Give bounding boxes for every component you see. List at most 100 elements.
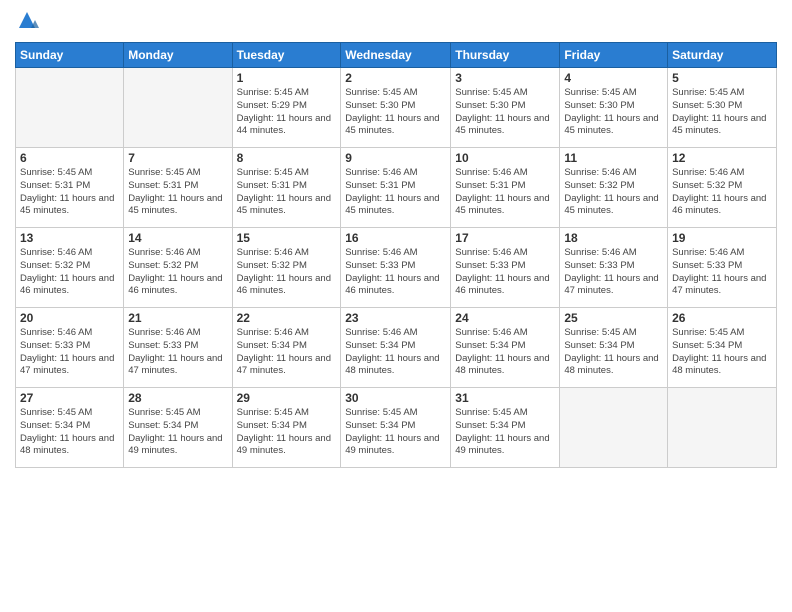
day-cell (668, 388, 777, 468)
day-number: 4 (564, 71, 663, 85)
day-cell: 1 Sunrise: 5:45 AMSunset: 5:29 PMDaylight… (232, 68, 341, 148)
day-cell (560, 388, 668, 468)
day-info: Sunrise: 5:45 AMSunset: 5:29 PMDaylight:… (237, 87, 337, 138)
day-cell: 4 Sunrise: 5:45 AMSunset: 5:30 PMDaylight… (560, 68, 668, 148)
day-cell: 2 Sunrise: 5:45 AMSunset: 5:30 PMDaylight… (341, 68, 451, 148)
day-info: Sunrise: 5:46 AMSunset: 5:33 PMDaylight:… (128, 327, 227, 378)
day-number: 28 (128, 391, 227, 405)
day-cell: 28Sunrise: 5:45 AMSunset: 5:34 PMDayligh… (124, 388, 232, 468)
day-number: 31 (455, 391, 555, 405)
day-info: Sunrise: 5:46 AMSunset: 5:33 PMDaylight:… (20, 327, 119, 378)
logo-icon (15, 10, 39, 34)
col-header-wednesday: Wednesday (341, 43, 451, 68)
col-header-sunday: Sunday (16, 43, 124, 68)
day-number: 25 (564, 311, 663, 325)
day-cell (16, 68, 124, 148)
day-cell: 13 Sunrise: 5:46 AMSunset: 5:32 PMDayligh… (16, 228, 124, 308)
day-info: Sunrise: 5:45 AMSunset: 5:34 PMDaylight:… (564, 327, 663, 378)
day-info: Sunrise: 5:46 AMSunset: 5:33 PMDaylight:… (345, 247, 446, 298)
day-cell: 7 Sunrise: 5:45 AMSunset: 5:31 PMDaylight… (124, 148, 232, 228)
day-number: 15 (237, 231, 337, 245)
day-cell: 16 Sunrise: 5:46 AMSunset: 5:33 PMDayligh… (341, 228, 451, 308)
day-info: Sunrise: 5:46 AMSunset: 5:32 PMDaylight:… (20, 247, 119, 298)
day-info: Sunrise: 5:46 AMSunset: 5:33 PMDaylight:… (564, 247, 663, 298)
day-cell: 9 Sunrise: 5:46 AMSunset: 5:31 PMDaylight… (341, 148, 451, 228)
day-number: 26 (672, 311, 772, 325)
header (15, 10, 777, 34)
day-cell: 19 Sunrise: 5:46 AMSunset: 5:33 PMDayligh… (668, 228, 777, 308)
day-number: 16 (345, 231, 446, 245)
page: SundayMondayTuesdayWednesdayThursdayFrid… (0, 0, 792, 612)
day-number: 20 (20, 311, 119, 325)
day-cell: 25 Sunrise: 5:45 AMSunset: 5:34 PMDayligh… (560, 308, 668, 388)
day-number: 7 (128, 151, 227, 165)
day-info: Sunrise: 5:45 AMSunset: 5:34 PMDaylight:… (20, 407, 119, 458)
day-info: Sunrise: 5:45 AMSunset: 5:30 PMDaylight:… (564, 87, 663, 138)
day-cell: 23 Sunrise: 5:46 AMSunset: 5:34 PMDayligh… (341, 308, 451, 388)
day-number: 18 (564, 231, 663, 245)
day-number: 10 (455, 151, 555, 165)
day-cell: 22 Sunrise: 5:46 AMSunset: 5:34 PMDayligh… (232, 308, 341, 388)
day-cell: 6 Sunrise: 5:45 AMSunset: 5:31 PMDaylight… (16, 148, 124, 228)
day-number: 29 (237, 391, 337, 405)
day-info: Sunrise: 5:46 AMSunset: 5:34 PMDaylight:… (237, 327, 337, 378)
day-number: 21 (128, 311, 227, 325)
day-number: 27 (20, 391, 119, 405)
day-info: Sunrise: 5:45 AMSunset: 5:31 PMDaylight:… (128, 167, 227, 218)
day-cell: 29 Sunrise: 5:45 AMSunset: 5:34 PMDayligh… (232, 388, 341, 468)
day-cell: 20 Sunrise: 5:46 AMSunset: 5:33 PMDayligh… (16, 308, 124, 388)
day-cell: 5 Sunrise: 5:45 AMSunset: 5:30 PMDaylight… (668, 68, 777, 148)
col-header-friday: Friday (560, 43, 668, 68)
day-cell: 17 Sunrise: 5:46 AMSunset: 5:33 PMDayligh… (451, 228, 560, 308)
day-number: 17 (455, 231, 555, 245)
day-number: 12 (672, 151, 772, 165)
day-info: Sunrise: 5:46 AMSunset: 5:32 PMDaylight:… (564, 167, 663, 218)
header-row: SundayMondayTuesdayWednesdayThursdayFrid… (16, 43, 777, 68)
day-info: Sunrise: 5:45 AMSunset: 5:30 PMDaylight:… (455, 87, 555, 138)
calendar: SundayMondayTuesdayWednesdayThursdayFrid… (15, 42, 777, 468)
col-header-saturday: Saturday (668, 43, 777, 68)
day-cell: 3 Sunrise: 5:45 AMSunset: 5:30 PMDaylight… (451, 68, 560, 148)
week-row-4: 20 Sunrise: 5:46 AMSunset: 5:33 PMDayligh… (16, 308, 777, 388)
day-number: 14 (128, 231, 227, 245)
day-cell: 10 Sunrise: 5:46 AMSunset: 5:31 PMDayligh… (451, 148, 560, 228)
day-info: Sunrise: 5:45 AMSunset: 5:34 PMDaylight:… (455, 407, 555, 458)
day-info: Sunrise: 5:45 AMSunset: 5:30 PMDaylight:… (345, 87, 446, 138)
day-cell: 21 Sunrise: 5:46 AMSunset: 5:33 PMDayligh… (124, 308, 232, 388)
day-info: Sunrise: 5:46 AMSunset: 5:34 PMDaylight:… (345, 327, 446, 378)
day-info: Sunrise: 5:46 AMSunset: 5:31 PMDaylight:… (345, 167, 446, 218)
week-row-5: 27 Sunrise: 5:45 AMSunset: 5:34 PMDayligh… (16, 388, 777, 468)
day-info: Sunrise: 5:45 AMSunset: 5:34 PMDaylight:… (672, 327, 772, 378)
day-number: 1 (237, 71, 337, 85)
day-info: Sunrise: 5:45 AMSunset: 5:30 PMDaylight:… (672, 87, 772, 138)
day-number: 9 (345, 151, 446, 165)
day-info: Sunrise: 5:46 AMSunset: 5:31 PMDaylight:… (455, 167, 555, 218)
day-number: 13 (20, 231, 119, 245)
day-info: Sunrise: 5:45 AMSunset: 5:31 PMDaylight:… (20, 167, 119, 218)
col-header-monday: Monday (124, 43, 232, 68)
day-number: 6 (20, 151, 119, 165)
day-cell: 14 Sunrise: 5:46 AMSunset: 5:32 PMDayligh… (124, 228, 232, 308)
day-number: 22 (237, 311, 337, 325)
day-cell: 11Sunrise: 5:46 AMSunset: 5:32 PMDayligh… (560, 148, 668, 228)
day-info: Sunrise: 5:46 AMSunset: 5:33 PMDaylight:… (455, 247, 555, 298)
day-number: 2 (345, 71, 446, 85)
day-cell: 26 Sunrise: 5:45 AMSunset: 5:34 PMDayligh… (668, 308, 777, 388)
day-info: Sunrise: 5:46 AMSunset: 5:33 PMDaylight:… (672, 247, 772, 298)
day-info: Sunrise: 5:45 AMSunset: 5:34 PMDaylight:… (345, 407, 446, 458)
day-info: Sunrise: 5:45 AMSunset: 5:31 PMDaylight:… (237, 167, 337, 218)
day-number: 19 (672, 231, 772, 245)
day-info: Sunrise: 5:46 AMSunset: 5:32 PMDaylight:… (672, 167, 772, 218)
day-info: Sunrise: 5:46 AMSunset: 5:32 PMDaylight:… (237, 247, 337, 298)
day-number: 23 (345, 311, 446, 325)
day-info: Sunrise: 5:46 AMSunset: 5:34 PMDaylight:… (455, 327, 555, 378)
day-cell (124, 68, 232, 148)
day-info: Sunrise: 5:46 AMSunset: 5:32 PMDaylight:… (128, 247, 227, 298)
day-number: 3 (455, 71, 555, 85)
day-number: 8 (237, 151, 337, 165)
day-info: Sunrise: 5:45 AMSunset: 5:34 PMDaylight:… (237, 407, 337, 458)
day-cell: 15 Sunrise: 5:46 AMSunset: 5:32 PMDayligh… (232, 228, 341, 308)
day-number: 30 (345, 391, 446, 405)
day-number: 5 (672, 71, 772, 85)
week-row-3: 13 Sunrise: 5:46 AMSunset: 5:32 PMDayligh… (16, 228, 777, 308)
